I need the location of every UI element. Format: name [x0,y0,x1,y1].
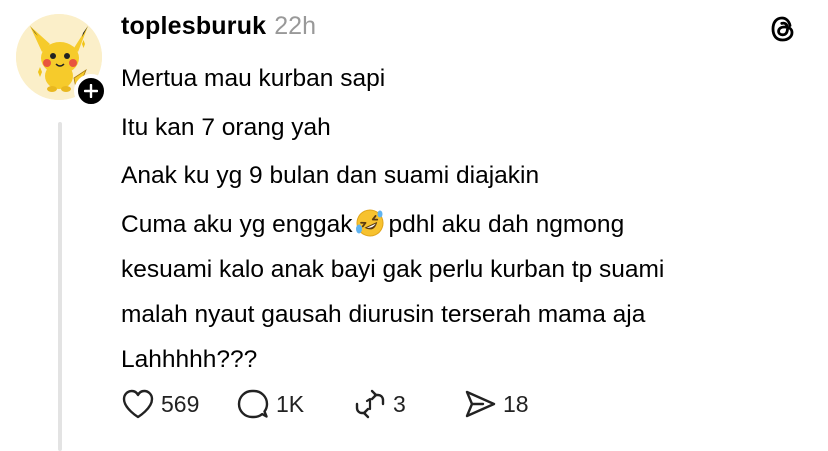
paper-plane-icon [465,390,496,418]
reply-button[interactable]: 1K [236,388,353,420]
repost-button[interactable]: 3 [353,388,463,420]
post-text-segment: pdhl aku dah ngmong [388,210,625,238]
share-count: 18 [503,390,529,417]
post-text-line: malah nyaut gausah diurusin terserah mam… [121,300,646,328]
heart-icon [122,389,154,419]
post-text-line: Cuma aku yg enggak pdhl aku dah ngmong [121,202,811,247]
thread-connector-line [58,122,62,451]
like-count: 569 [161,390,200,417]
threads-logo-icon[interactable] [768,14,798,44]
username[interactable]: toplesburuk [121,12,266,41]
post-text-line: Itu kan 7 orang yah [121,113,331,141]
reply-count: 1K [276,390,305,417]
like-button[interactable]: 569 [121,388,236,420]
post-text-line: Anak ku yg 9 bulan dan suami diajakin [121,162,540,189]
follow-button[interactable] [74,74,108,108]
repost-arrows-icon [355,389,385,419]
post-content: Mertua mau kurban sapi Itu kan 7 orang y… [121,56,811,382]
rolling-on-floor-laughing-emoji-icon [355,208,385,238]
post-timestamp[interactable]: 22h [274,12,316,41]
post-text-segment: Cuma aku yg enggak [121,210,353,238]
share-button[interactable]: 18 [463,388,529,420]
post-text-line: Mertua mau kurban sapi [121,65,386,92]
plus-icon [84,84,98,98]
post-text-line: Lahhhhh??? [121,345,258,373]
avatar-container[interactable] [16,14,108,108]
post-actions-bar: 569 1K 3 18 [121,386,529,422]
comment-bubble-icon [237,389,269,419]
post-text-line: kesuami kalo anak bayi gak perlu kurban … [121,255,665,283]
post-header: toplesburuk 22h [121,12,316,44]
repost-count: 3 [393,390,406,417]
